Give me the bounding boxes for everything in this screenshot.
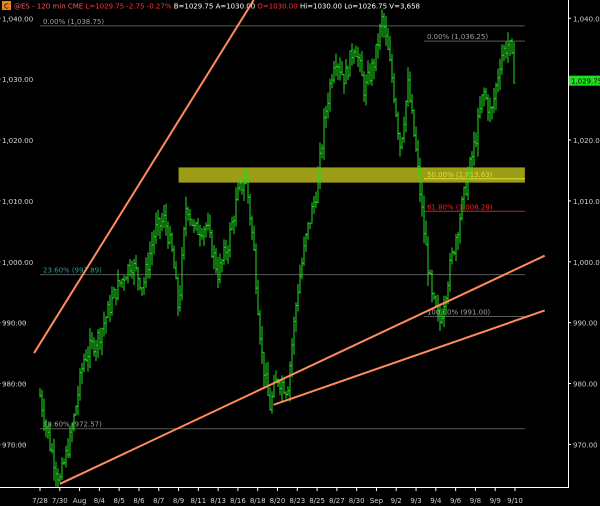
quote-part: V=3,658 — [387, 3, 420, 11]
last-price-label: 1,029.75 — [571, 78, 600, 86]
resistance-zone — [178, 167, 525, 183]
fib-label: 61.80% (1,008.29) — [427, 203, 493, 211]
fib-label: 78.60% (972.57) — [43, 421, 102, 429]
fib-label: 100.00% (991.00) — [427, 309, 491, 317]
x-tick-label: 9/8 — [470, 497, 481, 505]
y-tick-label-left: 1,000.00 — [2, 259, 33, 267]
y-tick-label-left: 1,030.00 — [2, 76, 33, 84]
y-tick-label-left: 1,020.00 — [2, 137, 33, 145]
y-tick-label: 980.00 — [573, 381, 598, 389]
quote-part: Lo=1026.75 — [342, 3, 387, 11]
x-tick-label: 9/4 — [430, 497, 442, 505]
chart-badge-label: C — [4, 3, 9, 11]
x-tick-label: 8/23 — [289, 497, 305, 505]
last-price-marker: 1,029.75 — [569, 75, 600, 86]
x-tick-label: 8/7 — [153, 497, 164, 505]
y-tick-label-left: 1,040.00 — [2, 15, 33, 23]
y-tick-label-left: 990.00 — [2, 320, 27, 328]
price-chart[interactable]: C @ES - 120 min CME L=1029.75 -2.75 -0.2… — [0, 0, 600, 506]
y-tick-label: 970.00 — [573, 441, 598, 449]
resistance-zone-band — [178, 167, 525, 183]
x-tick-label: 8/20 — [270, 497, 286, 505]
quote-part: -0.27% — [145, 3, 172, 11]
x-tick-label: Sep — [370, 497, 384, 505]
y-tick-label-left: 1,010.00 — [2, 198, 33, 206]
y-tick-label: 1,020.00 — [573, 137, 600, 145]
plot-area — [0, 0, 600, 506]
x-tick-label: 9/2 — [391, 497, 402, 505]
fib-label: 0.00% (1,036.25) — [427, 33, 488, 41]
x-tick-label: 7/30 — [52, 497, 68, 505]
x-tick-label: 9/3 — [410, 497, 421, 505]
quote-part: -2.75 — [124, 3, 144, 11]
x-tick-label: 8/27 — [329, 497, 345, 505]
x-tick-label: Aug — [73, 497, 87, 505]
x-tick-label: 9/10 — [507, 497, 523, 505]
y-tick-label-left: 980.00 — [2, 381, 27, 389]
quote-part: @ES - 120 min CME — [14, 3, 83, 11]
fib-label: 0.00% (1,038.75) — [43, 18, 104, 26]
y-tick-label: 1,000.00 — [573, 259, 600, 267]
quote-part: O=1030.00 — [255, 3, 298, 11]
x-tick-label: 8/5 — [114, 497, 125, 505]
x-tick-label: 9/6 — [450, 497, 462, 505]
x-tick-label: 9/9 — [490, 497, 501, 505]
x-tick-label: 8/13 — [210, 497, 226, 505]
symbol-quote-line: @ES - 120 min CME L=1029.75 -2.75 -0.27%… — [14, 3, 420, 11]
x-tick-label: 8/6 — [133, 497, 145, 505]
y-tick-label-left: 970.00 — [2, 441, 27, 449]
x-tick-label: 8/18 — [250, 497, 266, 505]
quote-part: B=1029.75 — [172, 3, 214, 11]
y-tick-label: 1,010.00 — [573, 198, 600, 206]
x-tick-label: 8/9 — [173, 497, 184, 505]
quote-part: Hi=1030.00 — [298, 3, 342, 11]
y-tick-label: 990.00 — [573, 320, 598, 328]
x-tick-label: 8/16 — [230, 497, 246, 505]
x-tick-label: 7/28 — [32, 497, 48, 505]
x-tick-label: 8/11 — [190, 497, 206, 505]
x-tick-label: 8/30 — [349, 497, 365, 505]
x-tick-label: 8/4 — [94, 497, 106, 505]
fib-label: 23.60% (997.89) — [43, 267, 102, 275]
quote-part: L=1029.75 — [83, 3, 124, 11]
chart-header: C @ES - 120 min CME L=1029.75 -2.75 -0.2… — [2, 1, 420, 11]
x-tick-label: 8/25 — [309, 497, 325, 505]
y-tick-label: 1,040.00 — [573, 15, 600, 23]
